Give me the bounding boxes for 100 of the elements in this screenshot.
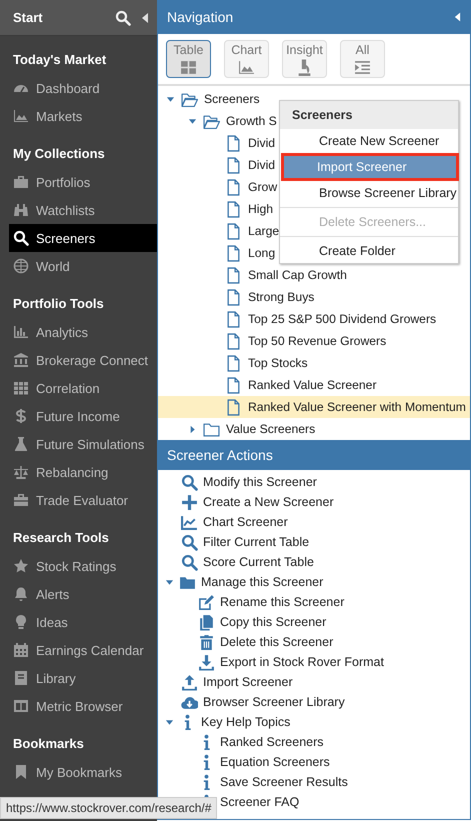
- view-tab[interactable]: Insight: [282, 40, 327, 78]
- menu-item[interactable]: Create Folder: [282, 239, 458, 263]
- area-chart-icon: [13, 108, 29, 124]
- document-icon: [225, 288, 242, 306]
- expand-caret-icon[interactable]: [165, 578, 174, 586]
- expand-caret-icon[interactable]: [188, 116, 197, 126]
- panel-title: Navigation: [167, 9, 234, 25]
- scale-icon: [13, 464, 29, 480]
- sidebar-item[interactable]: Watchlists: [9, 196, 157, 224]
- sidebar-item[interactable]: Markets: [9, 102, 157, 130]
- collapse-arrow-icon[interactable]: [454, 12, 461, 22]
- sidebar-item[interactable]: Dashboard: [9, 74, 157, 102]
- search-icon: [13, 230, 29, 246]
- tree-item[interactable]: Divid: [158, 154, 276, 176]
- menu-item[interactable]: Browse Screener Library: [282, 181, 458, 205]
- search-icon: [181, 474, 198, 490]
- action-link[interactable]: Equation Screeners: [158, 752, 330, 772]
- sidebar-item[interactable]: Future Income: [9, 402, 157, 430]
- sidebar-item[interactable]: Trade Evaluator: [9, 486, 157, 514]
- sidebar-item[interactable]: World: [9, 252, 157, 280]
- edit-icon: [198, 594, 215, 610]
- sidebar-item[interactable]: Brokerage Connect: [9, 346, 157, 374]
- copy-icon: [198, 614, 215, 630]
- action-link[interactable]: Manage this Screener: [158, 572, 324, 592]
- plus-icon: [181, 494, 198, 510]
- sidebar-item[interactable]: Screeners: [9, 224, 157, 252]
- expand-caret-icon[interactable]: [166, 94, 175, 104]
- tree-item[interactable]: Top 50 Revenue Growers: [158, 330, 386, 352]
- sidebar-item[interactable]: Correlation: [9, 374, 157, 402]
- action-link[interactable]: Browser Screener Library: [158, 692, 345, 712]
- lightbulb-icon: [13, 614, 29, 630]
- globe-icon: [13, 258, 29, 274]
- tree-item[interactable]: Screeners: [158, 88, 260, 110]
- tree-item[interactable]: Divid: [158, 132, 276, 154]
- action-link[interactable]: Import Screener: [158, 672, 293, 692]
- tree-item[interactable]: Top 25 S&P 500 Dividend Growers: [158, 308, 436, 330]
- action-link[interactable]: Create a New Screener: [158, 492, 334, 512]
- section-heading: Portfolio Tools: [12, 295, 105, 313]
- tree-item[interactable]: Large: [158, 220, 280, 242]
- action-link[interactable]: Export in Stock Rover Format: [158, 652, 384, 672]
- sidebar-item[interactable]: Stock Ratings: [9, 552, 157, 580]
- tree-item[interactable]: Small Cap Growth: [158, 264, 347, 286]
- menu-title: Screeners: [280, 101, 458, 129]
- section-heading: Today's Market: [12, 51, 108, 69]
- action-link[interactable]: Key Help Topics: [158, 712, 290, 732]
- trash-icon: [198, 634, 215, 650]
- sidebar-title: Start: [13, 10, 44, 25]
- tree-item[interactable]: Long: [158, 242, 276, 264]
- sidebar-item[interactable]: Library: [9, 664, 157, 692]
- action-link[interactable]: Modify this Screener: [158, 472, 317, 492]
- sidebar-item[interactable]: Ideas: [9, 608, 157, 636]
- action-link[interactable]: Rename this Screener: [158, 592, 344, 612]
- bookmark-icon: [13, 764, 29, 780]
- tree-item[interactable]: Strong Buys: [158, 286, 314, 308]
- tree-item[interactable]: Ranked Value Screener: [158, 374, 376, 396]
- action-link[interactable]: Ranked Screeners: [158, 732, 324, 752]
- sidebar-item[interactable]: Portfolios: [9, 168, 157, 196]
- expand-caret-icon[interactable]: [165, 718, 174, 726]
- dollar-icon: [13, 408, 29, 424]
- action-link[interactable]: Copy this Screener: [158, 612, 326, 632]
- document-icon: [225, 398, 242, 416]
- upload-icon: [181, 674, 198, 690]
- search-icon: [181, 534, 198, 550]
- sidebar-item[interactable]: Future Simulations: [9, 430, 157, 458]
- view-tab[interactable]: All: [340, 40, 385, 78]
- flask-icon: [13, 436, 29, 452]
- tree-item[interactable]: High: [158, 198, 274, 220]
- action-link[interactable]: Delete this Screener: [158, 632, 334, 652]
- area-chart-icon: [238, 58, 255, 76]
- document-icon: [225, 354, 242, 372]
- tree-item[interactable]: Ranked Value Screener with Momentum: [158, 396, 470, 418]
- action-link[interactable]: Save Screener Results: [158, 772, 348, 792]
- document-icon: [225, 134, 242, 152]
- star-icon: [13, 558, 29, 574]
- bell-icon: [13, 586, 29, 602]
- sidebar-item[interactable]: Metric Browser: [9, 692, 157, 720]
- sidebar-item[interactable]: Rebalancing: [9, 458, 157, 486]
- view-tab[interactable]: Chart: [224, 40, 269, 78]
- tree-item[interactable]: Growth S: [158, 110, 277, 132]
- tree-item[interactable]: Top Stocks: [158, 352, 308, 374]
- calendar-icon: [13, 642, 29, 658]
- action-link[interactable]: Filter Current Table: [158, 532, 310, 552]
- section-heading: Research Tools: [12, 529, 110, 547]
- collapse-caret-icon[interactable]: [188, 424, 197, 434]
- folder-icon: [203, 112, 220, 130]
- menu-item[interactable]: Create New Screener: [282, 129, 458, 153]
- sidebar-item[interactable]: My Bookmarks: [9, 758, 157, 786]
- document-icon: [225, 332, 242, 350]
- bar-chart-icon: [13, 324, 29, 340]
- section-heading: My Collections: [12, 145, 106, 163]
- line-chart-icon: [181, 514, 198, 530]
- sidebar-item[interactable]: Analytics: [9, 318, 157, 346]
- sidebar-item[interactable]: Earnings Calendar: [9, 636, 157, 664]
- document-icon: [225, 200, 242, 218]
- action-link[interactable]: Chart Screener: [158, 512, 288, 532]
- sidebar-item[interactable]: Alerts: [9, 580, 157, 608]
- collapse-arrow-icon[interactable]: [141, 12, 149, 22]
- action-link[interactable]: Score Current Table: [158, 552, 314, 572]
- tree-item[interactable]: Grow: [158, 176, 278, 198]
- tree-item[interactable]: Value Screeners: [158, 418, 316, 440]
